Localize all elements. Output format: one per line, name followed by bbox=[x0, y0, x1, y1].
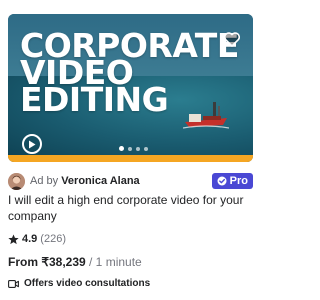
price: From ₹38,239 / 1 minute bbox=[8, 255, 142, 269]
avatar[interactable] bbox=[8, 172, 25, 190]
slide-dot[interactable] bbox=[128, 146, 132, 151]
gig-card[interactable]: CORPORATE VIDEO EDITING Ad by Veronica A… bbox=[8, 14, 253, 289]
price-unit: / 1 minute bbox=[89, 255, 142, 269]
video-icon bbox=[8, 279, 19, 288]
thumbnail-title: CORPORATE VIDEO EDITING bbox=[20, 29, 250, 119]
seller-info: Ad by Veronica Alana bbox=[30, 175, 140, 187]
seller-name[interactable]: Veronica Alana bbox=[61, 175, 139, 187]
thumbnail-title-line: EDITING bbox=[20, 80, 169, 119]
gig-title[interactable]: I will edit a high end corporate video f… bbox=[8, 192, 253, 224]
play-icon bbox=[29, 140, 36, 148]
favorite-button[interactable] bbox=[223, 30, 241, 48]
gig-thumbnail[interactable]: CORPORATE VIDEO EDITING bbox=[8, 14, 253, 162]
slide-dot[interactable] bbox=[136, 146, 140, 151]
slide-dot[interactable] bbox=[119, 146, 124, 151]
slide-indicators[interactable] bbox=[119, 146, 148, 151]
rating-count: (226) bbox=[40, 233, 66, 245]
consultation-info: Offers video consultations bbox=[8, 278, 150, 289]
seller-row: Ad by Veronica Alana Pro bbox=[8, 172, 253, 190]
heart-icon bbox=[224, 31, 240, 47]
play-button[interactable] bbox=[22, 134, 42, 154]
check-badge-icon bbox=[217, 176, 227, 186]
pro-badge-label: Pro bbox=[229, 175, 248, 187]
rating-value: 4.9 bbox=[22, 233, 38, 245]
slide-dot[interactable] bbox=[144, 146, 148, 151]
avatar-portrait bbox=[8, 172, 25, 190]
thumbnail-accent-stripe bbox=[8, 155, 253, 162]
star-icon bbox=[8, 233, 19, 244]
pro-badge: Pro bbox=[211, 173, 253, 189]
price-amount: From ₹38,239 bbox=[8, 255, 86, 269]
consultation-label: Offers video consultations bbox=[24, 278, 151, 289]
rating: 4.9 (226) bbox=[8, 233, 66, 245]
ad-label: Ad by bbox=[30, 175, 59, 187]
